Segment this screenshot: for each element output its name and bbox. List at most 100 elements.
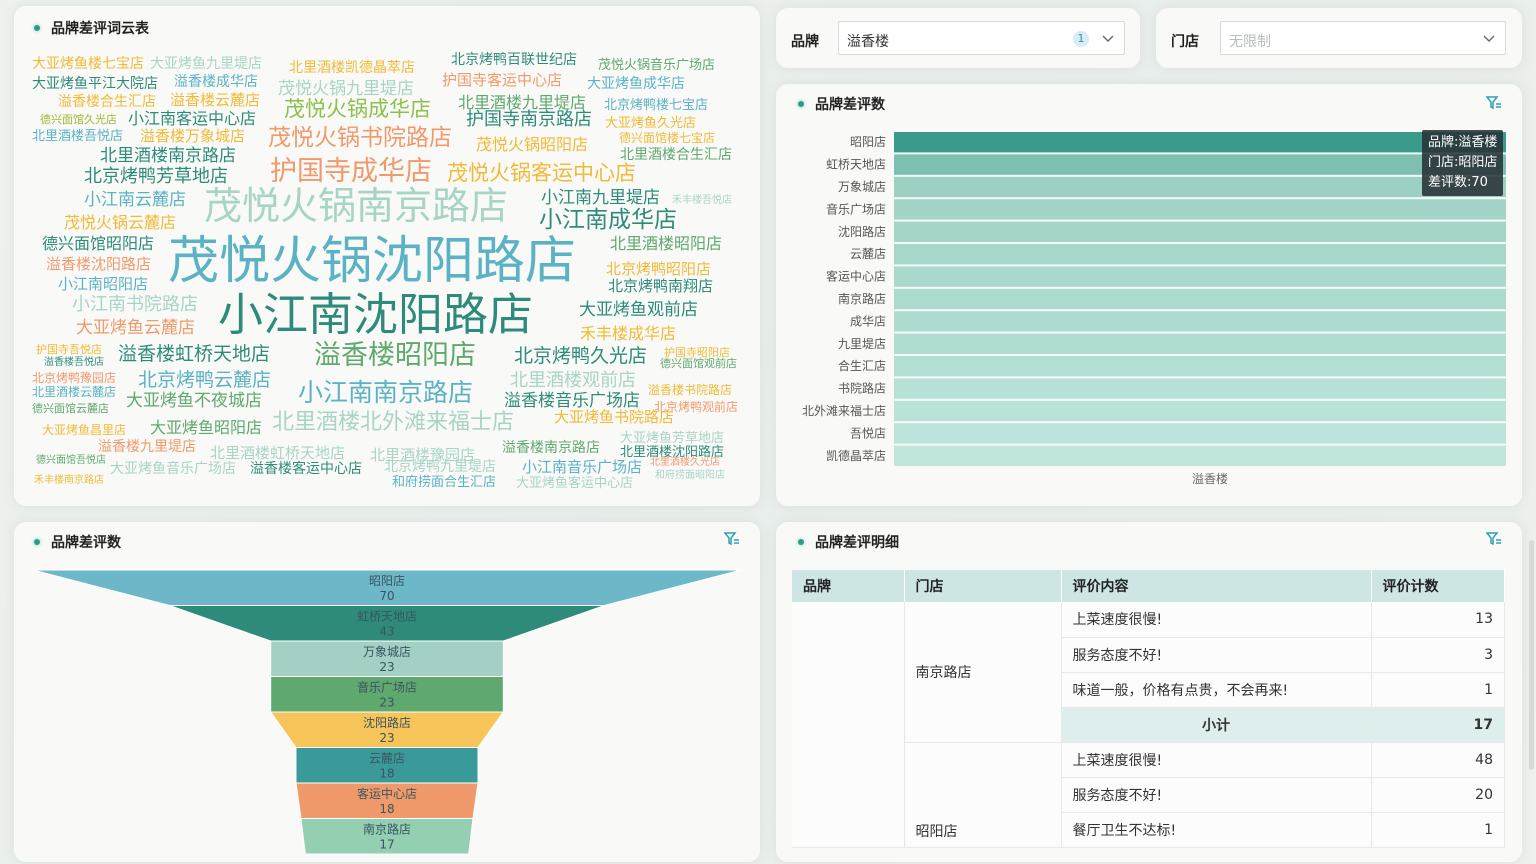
wordcloud-word[interactable]: 小江南昭阳店 [58, 277, 148, 292]
wordcloud-word[interactable]: 大亚烤鱼芳草地店 [620, 432, 724, 445]
wordcloud-word[interactable]: 禾丰楼吾悦店 [672, 196, 732, 206]
bar[interactable] [894, 311, 1506, 332]
brand-select[interactable]: 溢香楼 1 [838, 21, 1125, 55]
wordcloud-word[interactable]: 大亚烤鱼云麓店 [76, 320, 195, 337]
wordcloud-word[interactable]: 北里酒楼北外滩来福士店 [272, 412, 514, 434]
wordcloud-word[interactable]: 北里酒楼观前店 [510, 372, 636, 390]
wordcloud-word[interactable]: 溢香楼客运中心店 [250, 462, 362, 476]
wordcloud-word[interactable]: 禾丰楼南京路店 [34, 476, 104, 486]
wordcloud-word[interactable]: 溢香楼南京路店 [502, 441, 600, 455]
bar[interactable] [894, 288, 1506, 310]
wordcloud-word[interactable]: 德兴面馆昭阳店 [42, 236, 154, 252]
wordcloud-word[interactable]: 溢香楼万象城店 [140, 129, 245, 144]
bar[interactable] [894, 132, 1506, 153]
wordcloud-word[interactable]: 大亚烤鱼久光店 [605, 117, 696, 130]
wordcloud-word[interactable]: 茂悦火锅书院路店 [268, 127, 452, 150]
bar[interactable] [894, 333, 1506, 354]
wordcloud-word[interactable]: 北里酒楼昭阳店 [610, 236, 722, 252]
wordcloud-word[interactable]: 北里酒楼虹桥天地店 [210, 446, 345, 461]
wordcloud-word[interactable]: 北京烤鸭豫园店 [32, 372, 116, 384]
wordcloud-word[interactable]: 德兴面馆吾悦店 [36, 456, 106, 466]
wordcloud-word[interactable]: 大亚烤鱼书院路店 [554, 410, 674, 425]
header-store[interactable]: 门店 [904, 570, 1062, 602]
wordcloud-word[interactable]: 北里酒楼吾悦店 [32, 130, 123, 143]
wordcloud-word[interactable]: 茂悦火锅南京路店 [204, 187, 508, 225]
wordcloud-word[interactable]: 小江南成华店 [539, 209, 677, 232]
header-content[interactable]: 评价内容 [1061, 570, 1372, 602]
wordcloud-word[interactable]: 小江南音乐广场店 [522, 460, 642, 475]
page-scrollbar[interactable] [1529, 540, 1534, 770]
wordcloud-word[interactable]: 溢香楼云麓店 [170, 93, 260, 108]
wordcloud-word[interactable]: 和府捞面昭阳店 [655, 471, 725, 481]
wordcloud-word[interactable]: 大亚烤鱼成华店 [587, 77, 685, 91]
wordcloud-word[interactable]: 茂悦火锅九里堤店 [278, 81, 414, 98]
wordcloud-word[interactable]: 小江南书院路店 [72, 296, 198, 314]
bar[interactable] [894, 154, 1506, 175]
wordcloud-word[interactable]: 护国寺吾悦店 [36, 344, 102, 355]
wordcloud-word[interactable]: 小江南沈阳路店 [218, 292, 533, 337]
wordcloud-word[interactable]: 护国寺南京路店 [466, 111, 592, 129]
wordcloud-word[interactable]: 护国寺成华店 [270, 158, 432, 185]
wordcloud-word[interactable]: 茂悦火锅昭阳店 [476, 137, 588, 153]
wordcloud-word[interactable]: 溢香楼合生汇店 [58, 95, 156, 109]
wordcloud-word[interactable]: 茂悦火锅客运中心店 [447, 163, 636, 184]
bar[interactable] [894, 400, 1506, 422]
bar[interactable] [894, 266, 1506, 287]
wordcloud-word[interactable]: 大亚烤鱼客运中心店 [516, 477, 633, 490]
wordcloud-word[interactable]: 小江南云麓店 [84, 192, 186, 209]
wordcloud-word[interactable]: 溢香楼沈阳路店 [46, 257, 151, 272]
wordcloud-word[interactable]: 大亚烤鱼九里堤店 [150, 57, 262, 71]
wordcloud-word[interactable]: 溢香楼吾悦店 [44, 358, 104, 368]
bar[interactable] [894, 445, 1506, 466]
wordcloud-word[interactable]: 北里酒楼久光店 [650, 458, 720, 468]
bar[interactable] [894, 199, 1506, 220]
wordcloud-word[interactable]: 北里酒楼凯德晶萃店 [289, 61, 415, 75]
bar[interactable] [894, 176, 1506, 198]
wordcloud-word[interactable]: 茂悦火锅沈阳路店 [168, 236, 576, 287]
wordcloud-word[interactable]: 德兴面馆久光店 [40, 114, 117, 125]
wordcloud-word[interactable]: 大亚烤鱼不夜城店 [126, 393, 262, 410]
wordcloud-word[interactable]: 茂悦火锅成华店 [284, 99, 431, 120]
wordcloud-word[interactable]: 溢香楼书院路店 [648, 384, 732, 396]
header-brand[interactable]: 品牌 [792, 570, 905, 602]
bar[interactable] [894, 221, 1506, 242]
wordcloud-word[interactable]: 北京烤鸭云麓店 [138, 371, 271, 390]
wordcloud-word[interactable]: 北京烤鸭九里堤店 [384, 460, 496, 474]
wordcloud-word[interactable]: 大亚烤鱼昌里店 [42, 424, 126, 436]
wordcloud-word[interactable]: 溢香楼九里堤店 [98, 440, 196, 454]
store-select[interactable]: 无限制 [1220, 21, 1506, 55]
wordcloud-word[interactable]: 小江南九里堤店 [541, 190, 660, 207]
wordcloud-word[interactable]: 溢香楼昭阳店 [314, 342, 476, 369]
wordcloud-word[interactable]: 北里酒楼云麓店 [32, 386, 116, 398]
header-count[interactable]: 评价计数 [1371, 570, 1505, 602]
wordcloud-word[interactable]: 北里酒楼南京路店 [100, 148, 236, 165]
wordcloud-word[interactable]: 大亚烤鱼观前店 [579, 302, 698, 319]
wordcloud-word[interactable]: 大亚烤鱼平江大院店 [32, 77, 158, 91]
wordcloud-word[interactable]: 北京烤鸭久光店 [514, 347, 647, 366]
bar[interactable] [894, 244, 1506, 265]
wordcloud-word[interactable]: 大亚烤鱼音乐广场店 [110, 462, 236, 476]
wordcloud-word[interactable]: 溢香楼成华店 [174, 75, 258, 89]
wordcloud-word[interactable]: 禾丰楼成华店 [580, 326, 676, 342]
wordcloud-word[interactable]: 茂悦火锅云麓店 [64, 215, 176, 231]
wordcloud-word[interactable]: 北京烤鸭南翔店 [608, 279, 713, 294]
wordcloud-word[interactable]: 护国寺客运中心店 [442, 73, 562, 88]
wordcloud-word[interactable]: 北京烤鸭楼七宝店 [604, 99, 708, 112]
bar[interactable] [894, 356, 1506, 377]
wordcloud-word[interactable]: 小江南南京路店 [298, 380, 473, 405]
wordcloud-word[interactable]: 大亚烤鱼楼七宝店 [32, 57, 144, 71]
wordcloud-word[interactable]: 北京烤鸭百联世纪店 [451, 53, 577, 67]
wordcloud-word[interactable]: 大亚烤鱼昭阳店 [150, 420, 262, 436]
wordcloud-word[interactable]: 和府捞面合生汇店 [392, 476, 496, 489]
wordcloud-word[interactable]: 茂悦火锅音乐广场店 [598, 59, 715, 72]
wordcloud-word[interactable]: 小江南客运中心店 [128, 111, 256, 127]
wordcloud-word[interactable]: 德兴面馆观前店 [660, 358, 737, 369]
filter-icon[interactable] [1486, 532, 1502, 546]
bar[interactable] [894, 423, 1506, 444]
wordcloud-word[interactable]: 北里酒楼合生汇店 [620, 148, 732, 162]
wordcloud-word[interactable]: 德兴面馆楼七宝店 [619, 132, 715, 144]
bar[interactable] [894, 378, 1506, 399]
wordcloud-word[interactable]: 德兴面馆云麓店 [32, 403, 109, 414]
wordcloud-word[interactable]: 溢香楼虹桥天地店 [118, 345, 270, 364]
wordcloud-word[interactable]: 北京烤鸭昭阳店 [606, 262, 711, 277]
